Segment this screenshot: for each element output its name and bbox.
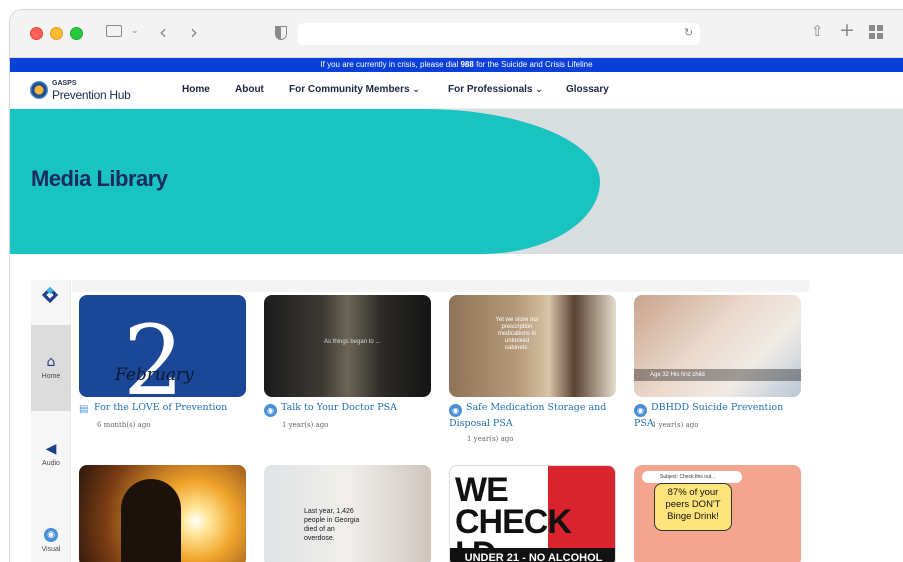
library-logo-icon <box>41 286 59 304</box>
back-icon[interactable]: ‹ <box>159 20 167 44</box>
media-title[interactable]: For the LOVE of Prevention <box>94 402 227 413</box>
thumb-subtext: Subject: Check this out... <box>642 471 742 483</box>
media-title[interactable]: Safe Medication Storage and Disposal PSA <box>449 402 606 429</box>
logo-big-text[interactable]: Prevention Hub <box>52 88 131 102</box>
media-age: 1 year(s) ago <box>467 435 514 443</box>
address-bar[interactable]: ↻ <box>298 23 700 45</box>
chevron-down-icon[interactable]: ⌄ <box>131 26 139 36</box>
nav-community-label: For Community Members <box>289 84 410 95</box>
sidebar-icon[interactable] <box>106 25 122 37</box>
nav-professionals-label: For Professionals <box>448 84 533 95</box>
media-caption: ◉ Talk to Your Doctor PSA <box>264 401 434 417</box>
tabs-overview-icon[interactable] <box>869 25 883 39</box>
media-thumbnail[interactable]: WE CHECK I.D. UNDER 21 - NO ALCOHOL <box>449 465 616 562</box>
privacy-shield-icon[interactable] <box>275 26 287 40</box>
media-title[interactable]: Talk to Your Doctor PSA <box>281 402 397 413</box>
thumb-text: Yet we store our prescription medication… <box>495 317 539 351</box>
gasps-logo-icon[interactable] <box>30 81 48 99</box>
media-thumbnail[interactable]: Age 32 His first child <box>634 295 801 397</box>
media-thumbnail[interactable]: Yet we store our prescription medication… <box>449 295 616 397</box>
zoom-window-button[interactable] <box>70 27 83 40</box>
media-caption: ▤ For the LOVE of Prevention <box>79 401 249 415</box>
sidebar-item-visual[interactable]: ◉ Visual <box>31 498 71 562</box>
media-thumbnail[interactable]: As things began to ... <box>264 295 431 397</box>
eye-icon: ◉ <box>634 404 647 417</box>
new-tab-icon[interactable]: + <box>839 19 855 41</box>
thumb-text: Age 32 His first child <box>634 369 801 381</box>
sidebar-item-audio[interactable]: ◀ Audio <box>31 412 71 498</box>
media-thumbnail[interactable]: 2 February <box>79 295 246 397</box>
nav-home[interactable]: Home <box>182 84 210 95</box>
media-caption: ◉ Safe Medication Storage and Disposal PS… <box>449 401 619 431</box>
site-nav: GASPS Prevention Hub Home About For Comm… <box>10 72 903 109</box>
browser-toolbar: ⌄ ‹ › ↻ ⇧ + <box>10 10 903 58</box>
eye-icon: ◉ <box>264 404 277 417</box>
media-thumbnail[interactable]: Subject: Check this out... 87% of your p… <box>634 465 801 562</box>
nav-glossary[interactable]: Glossary <box>566 84 609 95</box>
thumb-text: 87% of your peers DON'T Binge Drink! <box>654 483 732 531</box>
crisis-banner: If you are currently in crisis, please d… <box>10 58 903 72</box>
crisis-text-before: If you are currently in crisis, please d… <box>320 60 459 69</box>
eye-icon: ◉ <box>44 528 58 542</box>
library-top-bar <box>72 280 809 292</box>
sidebar-item-home[interactable]: ⌂ Home <box>31 325 71 411</box>
media-thumbnail[interactable]: Last year, 1,426 people in Georgia died … <box>264 465 431 562</box>
eye-icon: ◉ <box>449 404 462 417</box>
forward-icon[interactable]: › <box>190 20 198 44</box>
hero-banner: Media Library <box>10 109 903 254</box>
chevron-down-icon: ⌄ <box>535 85 543 95</box>
logo-small-text: GASPS <box>52 80 77 87</box>
home-icon: ⌂ <box>46 354 56 370</box>
minimize-window-button[interactable] <box>50 27 63 40</box>
nav-community[interactable]: For Community Members ⌄ <box>289 84 420 95</box>
thumb-text: As things began to ... <box>324 339 381 345</box>
thumb-text: February <box>115 365 194 385</box>
silhouette-figure <box>121 479 181 562</box>
crisis-number: 988 <box>460 60 474 69</box>
media-age: 1 year(s) ago <box>282 421 329 429</box>
thumb-text: Last year, 1,426 people in Georgia died … <box>304 508 360 542</box>
browser-window: ⌄ ‹ › ↻ ⇧ + If you are currently in cris… <box>10 10 903 562</box>
reload-icon[interactable]: ↻ <box>684 26 693 39</box>
close-window-button[interactable] <box>30 27 43 40</box>
media-age: 1 year(s) ago <box>652 421 699 429</box>
nav-professionals[interactable]: For Professionals ⌄ <box>448 84 543 95</box>
page-title: Media Library <box>31 166 168 191</box>
sidebar-item-label: Visual <box>41 546 61 553</box>
chevron-down-icon: ⌄ <box>412 85 420 95</box>
document-icon: ▤ <box>79 404 89 415</box>
sidebar-item-label: Home <box>41 373 61 380</box>
crisis-text-after: for the Suicide and Crisis Lifeline <box>476 60 593 69</box>
nav-about[interactable]: About <box>235 84 264 95</box>
share-icon[interactable]: ⇧ <box>811 22 824 40</box>
thumb-subtext: UNDER 21 - NO ALCOHOL <box>450 548 615 562</box>
media-type-sidebar: ⌂ Home ◀ Audio ◉ Visual <box>31 280 71 562</box>
media-thumbnail[interactable] <box>79 465 246 562</box>
sidebar-item-label: Audio <box>42 460 60 467</box>
megaphone-icon: ◀ <box>45 441 57 457</box>
media-age: 6 month(s) ago <box>97 421 151 429</box>
